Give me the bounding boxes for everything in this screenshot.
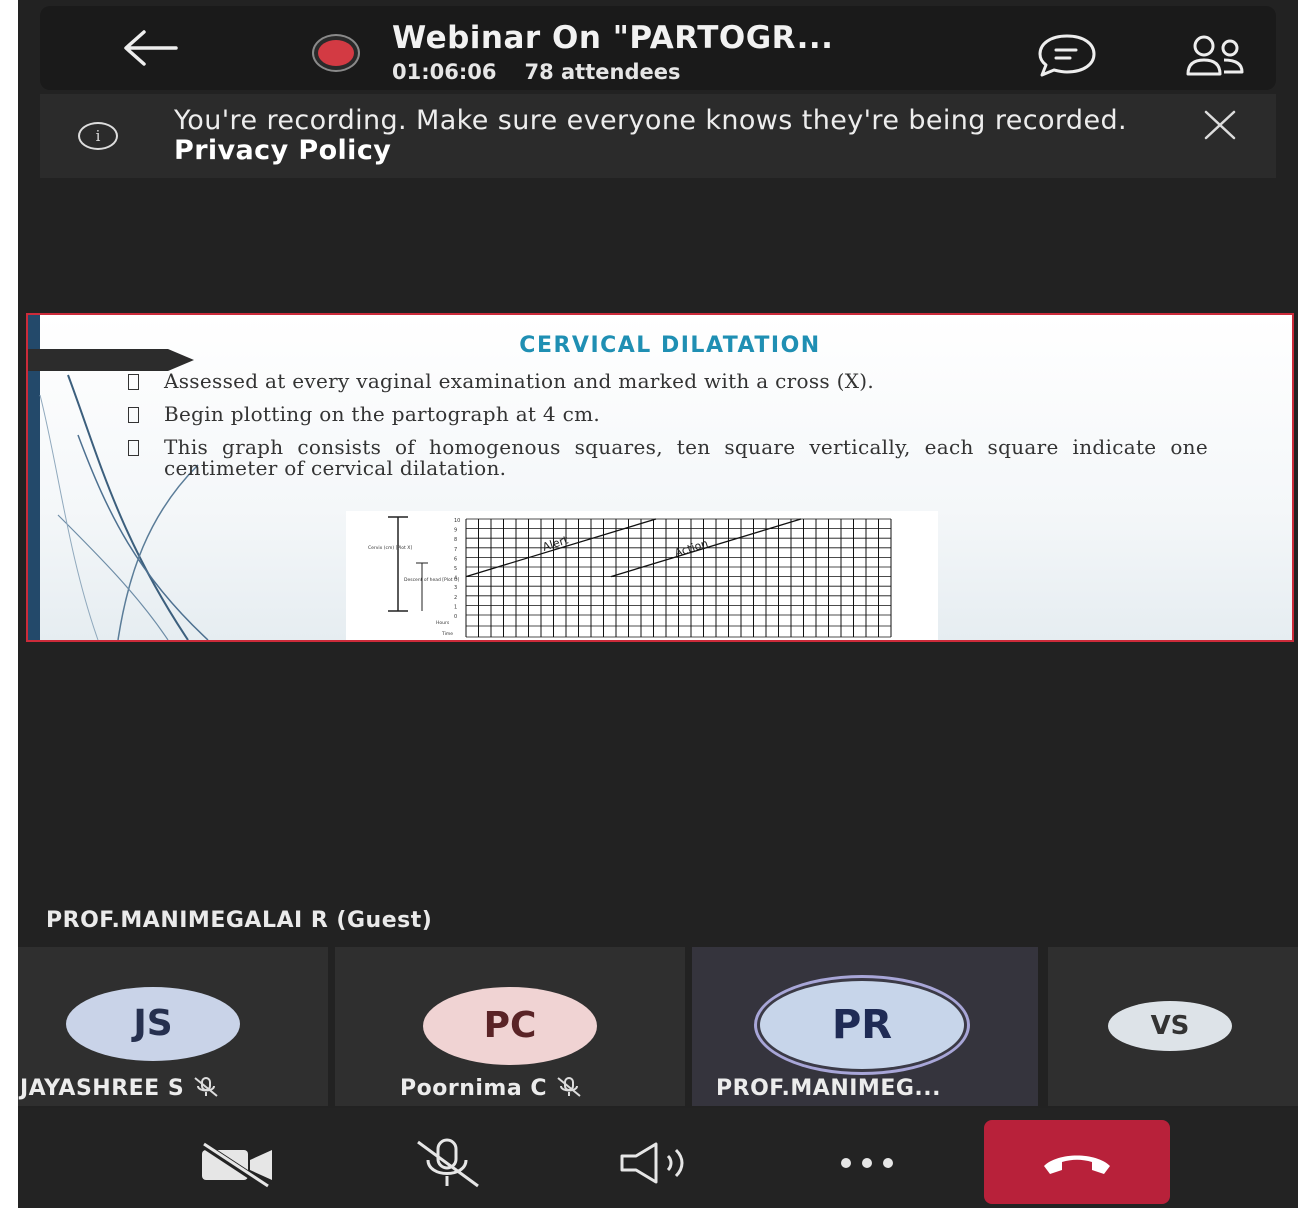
y-tick-label: 2 — [454, 595, 457, 601]
recording-message-text: You're recording. Make sure everyone kno… — [174, 105, 1127, 136]
mic-off-icon[interactable] — [402, 1138, 492, 1188]
hang-up-button[interactable] — [984, 1120, 1170, 1204]
recording-indicator-icon — [318, 40, 354, 66]
bullet-text: This graph consists of homogenous square… — [164, 435, 1208, 480]
y-tick-label: 0 — [454, 614, 457, 620]
partograph-graph: Cervix (cm) [Plot X] Descent of head [Plo… — [346, 511, 938, 640]
avatar: PC — [423, 987, 597, 1065]
y-tick-label: 8 — [454, 537, 457, 543]
participant-name: JAYASHREE S — [20, 1076, 220, 1101]
slide-bullet: Assessed at every vaginal examination an… — [128, 371, 1208, 392]
participants-icon[interactable] — [1180, 32, 1250, 82]
y-tick-label: 6 — [454, 556, 457, 562]
active-speaker-label: PROF.MANIMEGALAI R (Guest) — [46, 908, 433, 933]
slide-bullet: Begin plotting on the partograph at 4 cm… — [128, 404, 1208, 425]
meeting-title: Webinar On "PARTOGR... — [392, 20, 834, 56]
bottom-label: Hours — [436, 620, 450, 626]
privacy-policy-link[interactable]: Privacy Policy — [174, 135, 391, 166]
y-tick-label: 9 — [454, 528, 457, 534]
y-tick-label: 1 — [454, 604, 457, 610]
participant-name-text: Poornima C — [400, 1076, 547, 1101]
avatar: PR — [760, 981, 964, 1069]
bullet-text: Assessed at every vaginal examination an… — [164, 369, 875, 393]
speaker-icon[interactable] — [614, 1138, 704, 1188]
slide-bullet: This graph consists of homogenous square… — [128, 437, 1208, 479]
call-controls — [18, 1108, 1298, 1208]
meeting-screen: Webinar On "PARTOGR... 01:06:06 78 attend… — [18, 0, 1298, 1208]
y-tick-label: 10 — [454, 518, 460, 524]
recording-message: You're recording. Make sure everyone kno… — [174, 106, 1174, 166]
participant-tile[interactable]: VS — [1048, 947, 1298, 1106]
y-tick-label: 7 — [454, 547, 457, 553]
chat-icon[interactable] — [1032, 30, 1102, 80]
y-tick-label: 4 — [454, 576, 457, 582]
participant-name: Poornima C — [400, 1076, 583, 1101]
slide-bullets: Assessed at every vaginal examination an… — [128, 371, 1208, 491]
more-icon[interactable] — [822, 1138, 912, 1188]
bullet-box-icon — [128, 374, 139, 390]
y-tick-label: 5 — [454, 566, 457, 572]
info-icon: i — [78, 122, 118, 150]
mic-muted-icon — [194, 1077, 218, 1097]
y-tick-label: 3 — [454, 585, 457, 591]
recording-banner: i You're recording. Make sure everyone k… — [40, 94, 1276, 178]
hang-up-icon — [1044, 1155, 1110, 1174]
participant-name: PROF.MANIMEG... — [716, 1076, 941, 1101]
bullet-text: Begin plotting on the partograph at 4 cm… — [164, 402, 601, 426]
camera-off-icon[interactable] — [194, 1138, 284, 1188]
slide-title: CERVICAL DILATATION — [519, 333, 821, 358]
bottom-label: Time — [441, 631, 453, 637]
bullet-box-icon — [128, 407, 139, 423]
shared-slide: CERVICAL DILATATION Assessed at every va… — [26, 313, 1294, 642]
meeting-header: Webinar On "PARTOGR... 01:06:06 78 attend… — [40, 6, 1276, 90]
side-label: Cervix (cm) [Plot X] — [368, 545, 412, 551]
attendee-count: 78 attendees — [524, 60, 681, 84]
meeting-meta: 01:06:06 78 attendees — [392, 60, 708, 84]
side-label: Descent of head [Plot O] — [404, 577, 460, 583]
meeting-duration: 01:06:06 — [392, 60, 497, 84]
close-icon[interactable] — [1200, 108, 1240, 144]
avatar: JS — [66, 987, 240, 1061]
participant-name-text: JAYASHREE S — [20, 1076, 185, 1101]
avatar: VS — [1108, 1001, 1232, 1051]
mic-muted-icon — [557, 1077, 581, 1097]
bullet-box-icon — [128, 440, 139, 456]
back-arrow-icon[interactable] — [118, 26, 182, 70]
